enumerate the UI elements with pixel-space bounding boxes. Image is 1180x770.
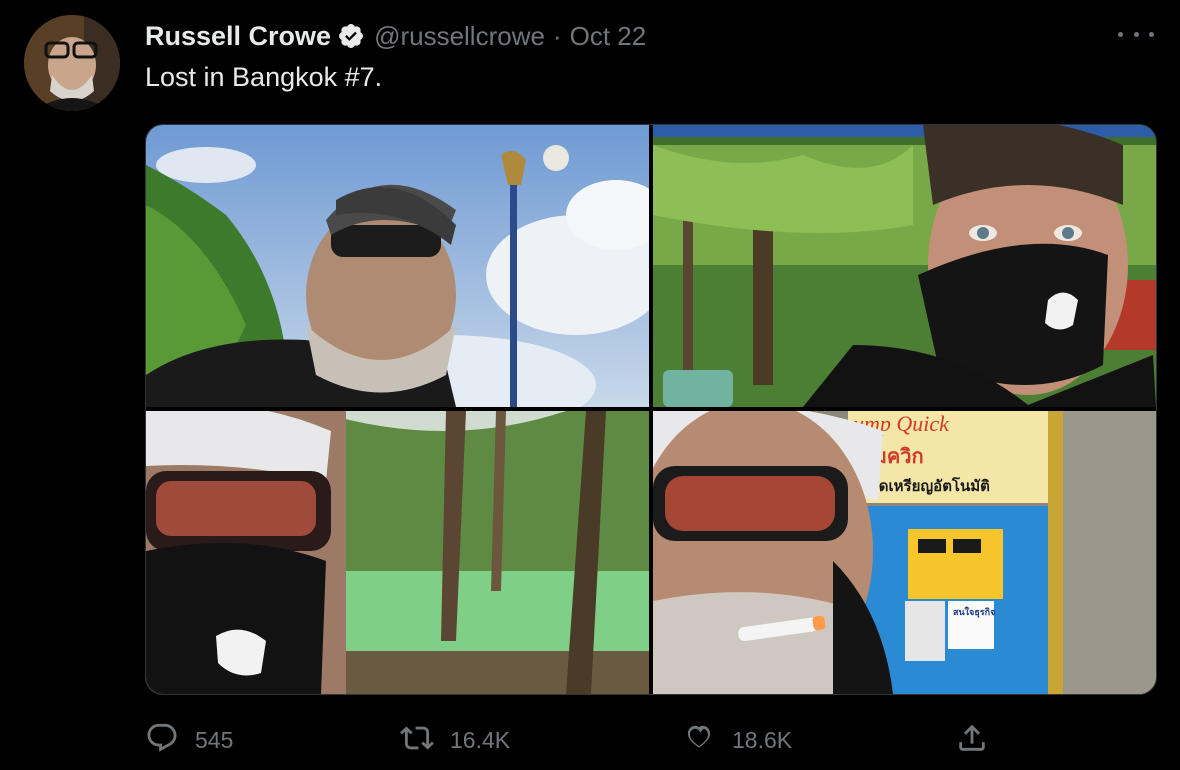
tweet-header: Russell Crowe @russellcrowe · Oct 22 <box>145 18 646 54</box>
like-count: 18.6K <box>732 726 793 753</box>
photo-selfie-masked-pond[interactable] <box>146 411 649 694</box>
share-icon <box>955 721 989 760</box>
reply-button[interactable]: 545 <box>145 720 233 760</box>
share-button[interactable] <box>955 720 989 760</box>
more-dots-icon[interactable] <box>1118 22 1154 46</box>
photo-selfie-lamp-post[interactable] <box>146 125 649 407</box>
tweet-actions: 545 16.4K 18.6K <box>145 720 1005 760</box>
photo-selfie-masked-trees[interactable] <box>653 125 1156 407</box>
retweet-count: 16.4K <box>450 726 511 753</box>
like-button[interactable]: 18.6K <box>682 720 792 760</box>
separator-dot: · <box>552 20 562 51</box>
reply-icon <box>145 721 179 760</box>
tweet-date[interactable]: Oct 22 <box>570 21 647 52</box>
verified-badge-icon <box>337 22 365 50</box>
retweet-button[interactable]: 16.4K <box>400 720 510 760</box>
photo-selfie-fuel-pump[interactable]: ump Quick ปั๊มควิก ยอดเหรียญอัตโนมัติ สน… <box>653 411 1156 694</box>
user-handle[interactable]: @russellcrowe <box>374 21 545 52</box>
reply-count: 545 <box>195 726 234 753</box>
avatar[interactable] <box>24 15 120 111</box>
retweet-icon <box>400 721 434 760</box>
display-name[interactable]: Russell Crowe <box>145 21 331 52</box>
pump-sign-small: สนใจธุรกิจ <box>953 606 995 618</box>
heart-icon <box>682 721 716 760</box>
tweet-text: Lost in Bangkok #7. <box>145 62 383 92</box>
media-grid: ump Quick ปั๊มควิก ยอดเหรียญอัตโนมัติ สน… <box>145 124 1157 695</box>
pump-sign-th-2: ยอดเหรียญอัตโนมัติ <box>861 476 990 495</box>
